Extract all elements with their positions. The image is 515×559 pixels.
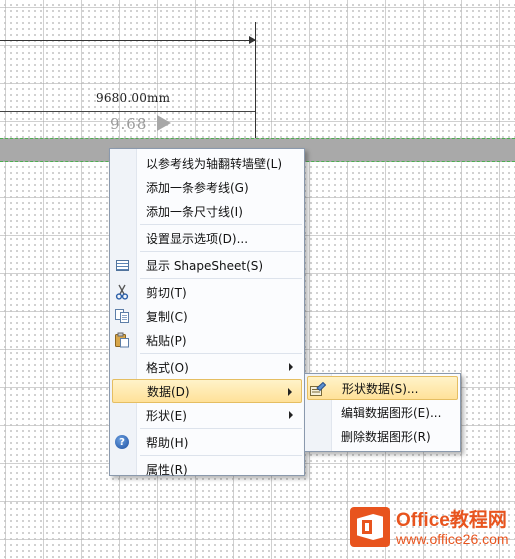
menu-item-help[interactable]: ? 帮助(H): [110, 430, 304, 454]
menu-item-label: 复制(C): [146, 309, 188, 324]
help-icon: ?: [114, 434, 130, 450]
office-logo: Office教程网 www.office26.com: [350, 505, 510, 551]
menu-item-label: 粘贴(P): [146, 333, 187, 348]
menu-item-format[interactable]: 格式(O): [110, 355, 304, 379]
menu-item-label: 删除数据图形(R): [341, 429, 431, 444]
menu-item-label: 编辑数据图形(E)...: [341, 405, 442, 420]
menu-item-display-options[interactable]: 设置显示选项(D)...: [110, 226, 304, 250]
menu-item-paste[interactable]: 粘贴(P): [110, 328, 304, 352]
reference-line-vertical[interactable]: [255, 22, 256, 150]
menu-separator: [140, 278, 302, 279]
menu-separator: [140, 455, 302, 456]
menu-item-properties[interactable]: 属性(R): [110, 457, 304, 481]
shape-data-icon: [310, 381, 326, 397]
menu-item-label: 显示 ShapeSheet(S): [146, 258, 264, 273]
context-menu: 以参考线为轴翻转墙壁(L) 添加一条参考线(G) 添加一条尺寸线(I) 设置显示…: [109, 148, 305, 477]
menu-item-copy[interactable]: 复制(C): [110, 304, 304, 328]
menu-separator: [140, 353, 302, 354]
length-tooltip: 9.68: [110, 115, 148, 133]
menu-item-label: 添加一条尺寸线(I): [146, 204, 243, 219]
submenu-arrow-icon: [289, 363, 293, 371]
menu-item-label: 形状数据(S)...: [342, 381, 419, 396]
menu-item-add-guide[interactable]: 添加一条参考线(G): [110, 175, 304, 199]
menu-item-label: 形状(E): [146, 408, 187, 423]
menu-item-data[interactable]: 数据(D): [112, 379, 302, 403]
menu-item-label: 数据(D): [147, 384, 190, 399]
menu-separator: [140, 251, 302, 252]
menu-item-shape[interactable]: 形状(E): [110, 403, 304, 427]
logo-url-text: www.office26.com: [396, 531, 509, 547]
menu-item-label: 以参考线为轴翻转墙壁(L): [146, 156, 283, 171]
submenu-item-edit-data-graphic[interactable]: 编辑数据图形(E)...: [305, 400, 460, 424]
menu-separator: [140, 428, 302, 429]
menu-item-label: 属性(R): [146, 462, 188, 477]
menu-separator: [140, 224, 302, 225]
data-submenu: 形状数据(S)... 编辑数据图形(E)... 删除数据图形(R): [304, 373, 461, 452]
dimension-line-top[interactable]: [0, 40, 255, 41]
dimension-label: 9680.00mm: [96, 91, 171, 105]
menu-item-flip-wall[interactable]: 以参考线为轴翻转墙壁(L): [110, 151, 304, 175]
paste-icon: [114, 332, 130, 348]
submenu-item-shape-data[interactable]: 形状数据(S)...: [307, 376, 458, 400]
dimension-line-bottom[interactable]: [0, 111, 255, 112]
menu-item-cut[interactable]: 剪切(T): [110, 280, 304, 304]
menu-item-label: 添加一条参考线(G): [146, 180, 249, 195]
copy-icon: [114, 308, 130, 324]
menu-item-label: 剪切(T): [146, 285, 187, 300]
menu-item-add-dimension[interactable]: 添加一条尺寸线(I): [110, 199, 304, 223]
play-arrow-icon: [157, 115, 171, 131]
menu-item-label: 设置显示选项(D)...: [146, 231, 249, 246]
submenu-item-remove-data-graphic[interactable]: 删除数据图形(R): [305, 424, 460, 448]
logo-brand-text: Office教程网: [396, 510, 507, 531]
submenu-arrow-icon: [288, 388, 292, 396]
shapesheet-icon: [114, 257, 130, 273]
menu-item-label: 帮助(H): [146, 435, 189, 450]
submenu-arrow-icon: [289, 411, 293, 419]
menu-item-show-shapesheet[interactable]: 显示 ShapeSheet(S): [110, 253, 304, 277]
scissors-icon: [114, 284, 130, 300]
office-logo-icon: [350, 507, 390, 547]
menu-item-label: 格式(O): [146, 360, 189, 375]
